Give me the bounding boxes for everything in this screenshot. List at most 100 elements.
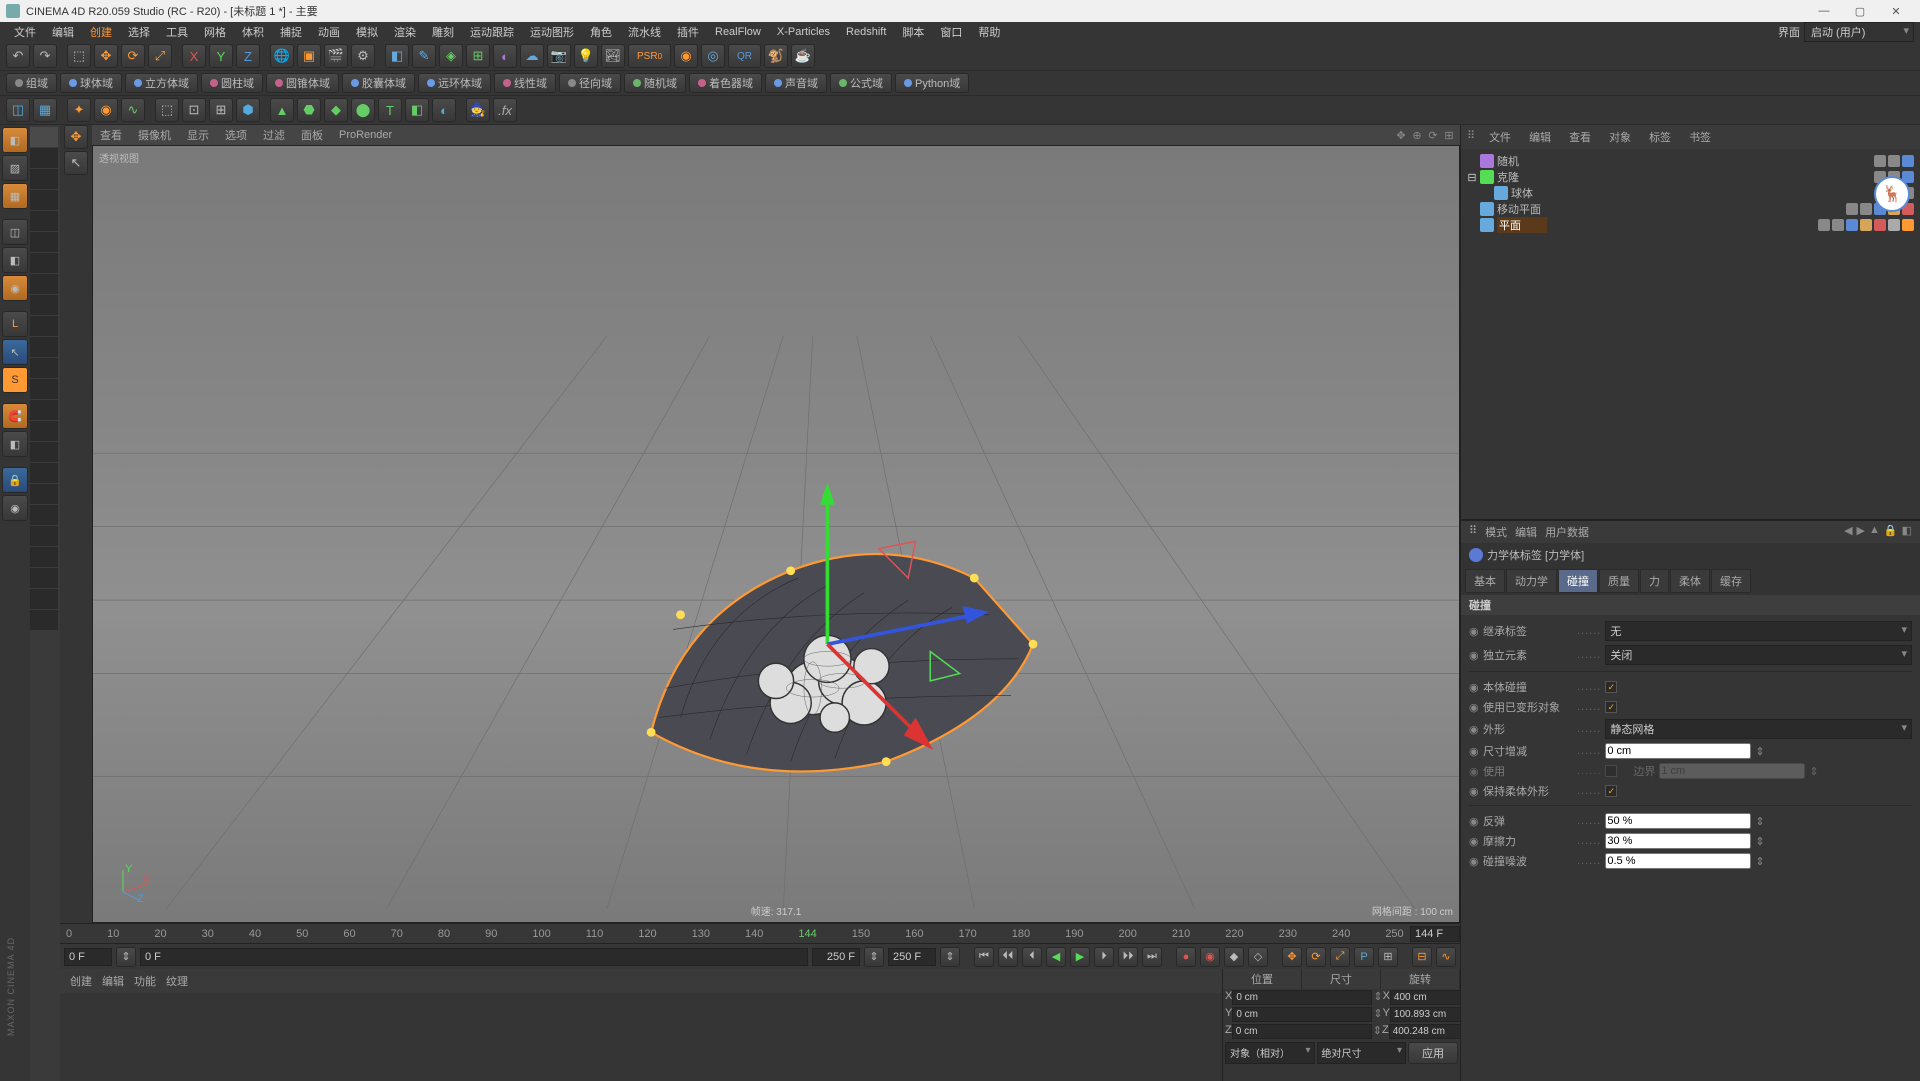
lt-texture-mode[interactable]: ◧ — [2, 247, 28, 273]
lt-lock[interactable]: 🔒 — [2, 467, 28, 493]
obj-name[interactable]: 移动平面 — [1497, 201, 1547, 217]
next-key-button[interactable]: ⏵⏵ — [1118, 947, 1138, 967]
menu-Redshift[interactable]: Redshift — [838, 24, 894, 40]
autokey-button[interactable]: ◉ — [1200, 947, 1220, 967]
plugins-button[interactable]: ☕ — [791, 44, 815, 68]
mc-13[interactable] — [30, 379, 58, 399]
mc-15[interactable] — [30, 421, 58, 441]
om-tab-tags[interactable]: 标签 — [1641, 127, 1679, 147]
minimize-button[interactable]: — — [1806, 0, 1842, 22]
vp-nav-1[interactable]: ✥ — [1394, 129, 1408, 142]
tag-dyn[interactable] — [1846, 219, 1858, 231]
field-button[interactable]: ◎ — [701, 44, 725, 68]
obj-name[interactable]: 随机 — [1497, 153, 1547, 169]
subdivision-button[interactable]: ◈ — [439, 44, 463, 68]
tag-vis[interactable] — [1818, 219, 1830, 231]
range-end-frame[interactable] — [888, 948, 936, 966]
array-button[interactable]: ⊞ — [466, 44, 490, 68]
obj-panel-menu-icon[interactable]: ⠿ — [1463, 127, 1479, 147]
lt-model[interactable]: ▦ — [2, 183, 28, 209]
prop-尺寸增减-input[interactable] — [1605, 743, 1751, 759]
scale-tool[interactable]: ⤢ — [148, 44, 172, 68]
object-tree[interactable]: 随机⊟克隆球体移动平面平面 — [1461, 149, 1920, 519]
lt-object-mode[interactable]: ◫ — [2, 219, 28, 245]
bt-tab-edit[interactable]: 编辑 — [102, 973, 124, 989]
obj-name[interactable]: 克隆 — [1497, 169, 1547, 185]
vp-menu-display[interactable]: 显示 — [183, 127, 213, 143]
vp-menu-filter[interactable]: 过滤 — [259, 127, 289, 143]
dope-sheet-button[interactable]: ⊟ — [1412, 947, 1432, 967]
mg-14[interactable]: T — [378, 98, 402, 122]
tag-dyn2[interactable] — [1860, 219, 1872, 231]
mc-11[interactable] — [30, 337, 58, 357]
menu-动画[interactable]: 动画 — [310, 22, 348, 42]
prop-本体碰撞-checkbox[interactable]: ✓ — [1605, 681, 1617, 693]
mc-4[interactable] — [30, 190, 58, 210]
attr-menu-mode[interactable]: 模式 — [1485, 524, 1507, 540]
character-button[interactable]: 🐒 — [764, 44, 788, 68]
mg-9[interactable]: ⬢ — [236, 98, 260, 122]
range-start-spinner[interactable]: ⇕ — [116, 947, 136, 967]
lt-uv-mode[interactable]: S — [2, 367, 28, 393]
tag-vis[interactable] — [1888, 155, 1900, 167]
field-远环体域[interactable]: 远环体域 — [418, 73, 491, 93]
mc-16[interactable] — [30, 442, 58, 462]
mc-24[interactable] — [30, 610, 58, 630]
undo-button[interactable]: ↶ — [6, 44, 30, 68]
menu-文件[interactable]: 文件 — [6, 22, 44, 42]
tree-item-随机[interactable]: 随机 — [1467, 153, 1914, 169]
tag-vis[interactable] — [1832, 219, 1844, 231]
tag-extra[interactable] — [1902, 219, 1914, 231]
vp-nav-4[interactable]: ⊞ — [1442, 129, 1456, 142]
environment-button[interactable]: ☁ — [520, 44, 544, 68]
mg-3[interactable]: ✦ — [67, 98, 91, 122]
current-frame-field[interactable]: 144 F — [1410, 926, 1460, 942]
bt-tab-func[interactable]: 功能 — [134, 973, 156, 989]
menu-RealFlow[interactable]: RealFlow — [707, 24, 769, 40]
mc-23[interactable] — [30, 589, 58, 609]
coord-X-pos[interactable] — [1232, 990, 1372, 1005]
tag-vis[interactable] — [1874, 155, 1886, 167]
mc-14[interactable] — [30, 400, 58, 420]
attr-tab-柔体[interactable]: 柔体 — [1670, 569, 1710, 593]
menu-运动图形[interactable]: 运动图形 — [522, 22, 582, 42]
key-scale-button[interactable]: ⤢ — [1330, 947, 1350, 967]
attr-nav-fwd[interactable]: ▶ — [1857, 524, 1865, 540]
mc-9[interactable] — [30, 295, 58, 315]
prop-碰撞噪波-input[interactable] — [1605, 853, 1751, 869]
mg-10[interactable]: ▲ — [270, 98, 294, 122]
make-editable-button[interactable]: ◧ — [2, 127, 28, 153]
menu-运动跟踪[interactable]: 运动跟踪 — [462, 22, 522, 42]
mg-13[interactable]: ⬤ — [351, 98, 375, 122]
menu-体积[interactable]: 体积 — [234, 22, 272, 42]
obj-name[interactable]: 平面 — [1497, 217, 1547, 233]
attr-new-icon[interactable]: ◧ — [1902, 524, 1912, 540]
close-button[interactable]: ✕ — [1878, 0, 1914, 22]
play-forward-button[interactable]: ▶ — [1070, 947, 1090, 967]
mg-16[interactable]: ◐ — [432, 98, 456, 122]
attr-tab-动力学[interactable]: 动力学 — [1506, 569, 1557, 593]
mc-2[interactable] — [30, 148, 58, 168]
expand-icon[interactable]: ⊟ — [1467, 171, 1477, 184]
tag-vis[interactable] — [1846, 203, 1858, 215]
mc-22[interactable] — [30, 568, 58, 588]
attr-nav-back[interactable]: ◀ — [1844, 524, 1852, 540]
range-start-frame[interactable] — [64, 948, 112, 966]
field-随机域[interactable]: 随机域 — [624, 73, 686, 93]
menu-插件[interactable]: 插件 — [669, 22, 707, 42]
attr-menu-userdata[interactable]: 用户数据 — [1545, 524, 1589, 540]
goto-start-button[interactable]: ⏮ — [974, 947, 994, 967]
keyframe-sel-button[interactable]: ◆ — [1224, 947, 1244, 967]
field-着色器域[interactable]: 着色器域 — [689, 73, 762, 93]
menu-渲染[interactable]: 渲染 — [386, 22, 424, 42]
prop-独立元素-dropdown[interactable]: 关闭 — [1605, 645, 1912, 665]
menu-窗口[interactable]: 窗口 — [932, 22, 970, 42]
mg-5[interactable]: ∿ — [121, 98, 145, 122]
move-tool[interactable]: ✥ — [94, 44, 118, 68]
field-声音域[interactable]: 声音域 — [765, 73, 827, 93]
light-button[interactable]: 💡 — [574, 44, 598, 68]
menu-脚本[interactable]: 脚本 — [894, 22, 932, 42]
render-region-button[interactable]: 🎬 — [324, 44, 348, 68]
redo-button[interactable]: ↷ — [33, 44, 57, 68]
scenes-button[interactable]: 🏞 — [601, 44, 625, 68]
